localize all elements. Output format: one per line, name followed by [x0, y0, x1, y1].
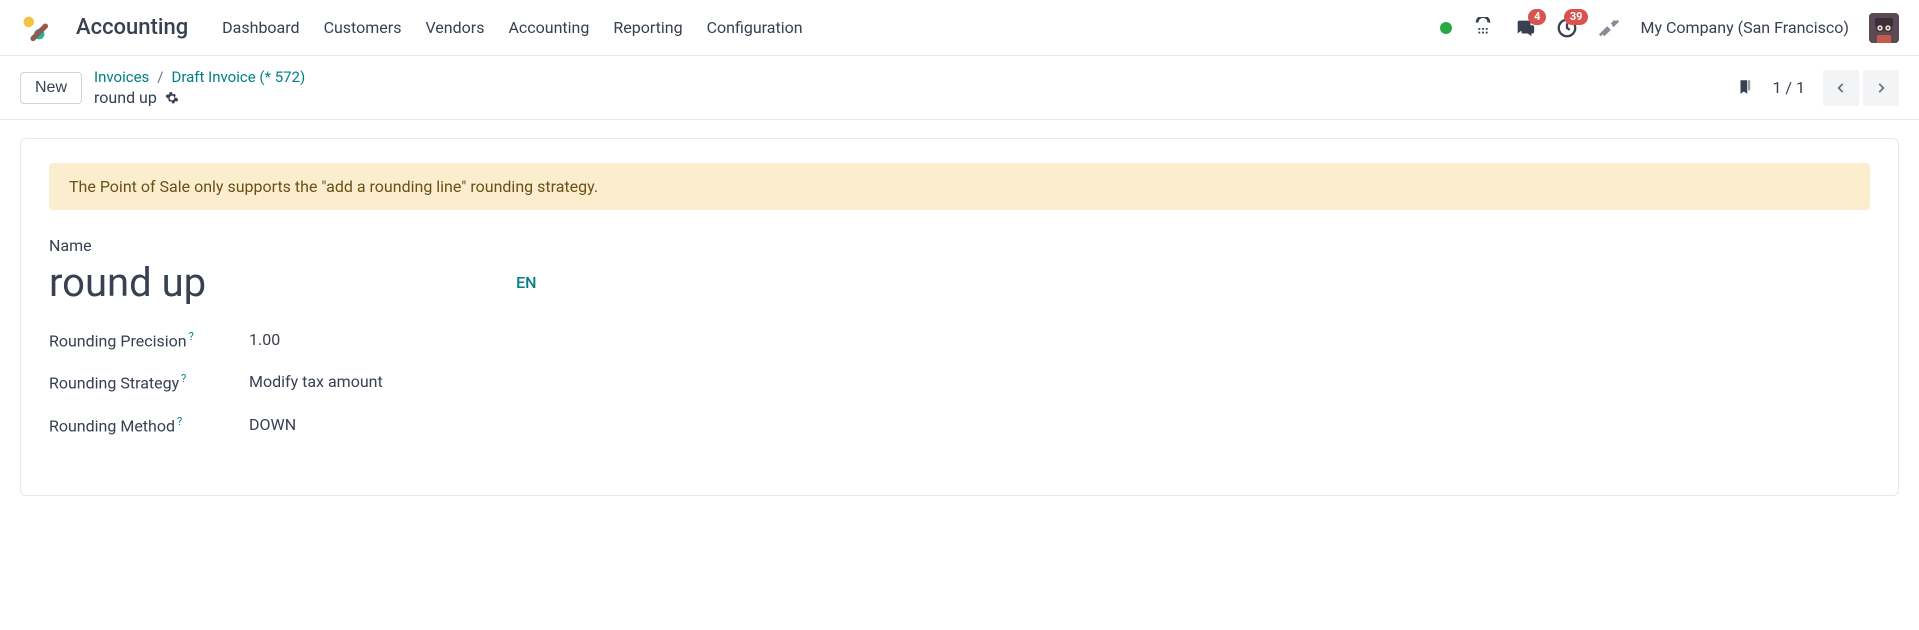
name-label: Name — [49, 236, 1870, 255]
language-badge[interactable]: EN — [516, 273, 536, 292]
company-selector[interactable]: My Company (San Francisco) — [1640, 18, 1849, 37]
rounding-method-label: Rounding Method? — [49, 415, 229, 435]
breadcrumb-invoices[interactable]: Invoices — [94, 68, 149, 86]
control-panel: New Invoices / Draft Invoice (* 572) rou… — [0, 56, 1919, 120]
field-grid: Rounding Precision? 1.00 Rounding Strate… — [49, 330, 849, 435]
messages-icon[interactable]: 4 — [1514, 17, 1536, 39]
breadcrumb: Invoices / Draft Invoice (* 572) round u… — [94, 68, 305, 107]
rounding-precision-label-text: Rounding Precision — [49, 331, 187, 350]
rounding-strategy-value[interactable]: Modify tax amount — [249, 372, 849, 392]
app-title[interactable]: Accounting — [76, 15, 188, 40]
navbar: Accounting Dashboard Customers Vendors A… — [0, 0, 1919, 56]
nav-accounting[interactable]: Accounting — [508, 14, 589, 41]
help-icon[interactable]: ? — [189, 330, 194, 343]
pager-prev-button[interactable] — [1823, 70, 1859, 106]
name-field[interactable]: round up — [49, 259, 206, 306]
avatar[interactable] — [1869, 13, 1899, 43]
help-icon[interactable]: ? — [177, 415, 182, 428]
rounding-precision-value[interactable]: 1.00 — [249, 330, 849, 350]
pager-group — [1823, 70, 1899, 106]
form-sheet: The Point of Sale only supports the "add… — [20, 138, 1899, 496]
breadcrumb-current: round up — [94, 88, 157, 107]
nav-dashboard[interactable]: Dashboard — [222, 14, 299, 41]
warning-alert: The Point of Sale only supports the "add… — [49, 163, 1870, 210]
nav-vendors[interactable]: Vendors — [425, 14, 484, 41]
breadcrumb-separator: / — [157, 68, 163, 86]
rounding-strategy-label: Rounding Strategy? — [49, 372, 229, 392]
help-icon[interactable]: ? — [181, 372, 186, 385]
rounding-method-label-text: Rounding Method — [49, 416, 175, 435]
nav-reporting[interactable]: Reporting — [613, 14, 682, 41]
status-dot-icon — [1440, 22, 1452, 34]
pager-text[interactable]: 1 / 1 — [1772, 78, 1805, 97]
rounding-precision-label: Rounding Precision? — [49, 330, 229, 350]
rounding-strategy-label-text: Rounding Strategy — [49, 374, 179, 393]
phone-icon[interactable] — [1472, 17, 1494, 39]
new-button[interactable]: New — [20, 72, 82, 104]
tools-icon[interactable] — [1598, 17, 1620, 39]
activities-badge: 39 — [1564, 9, 1589, 25]
systray: 4 39 My Company (San Francisco) — [1440, 13, 1899, 43]
nav-customers[interactable]: Customers — [324, 14, 402, 41]
app-logo[interactable] — [20, 14, 48, 42]
rounding-method-value[interactable]: DOWN — [249, 415, 849, 435]
pager-next-button[interactable] — [1863, 70, 1899, 106]
gear-icon[interactable] — [165, 91, 179, 105]
bookmark-icon[interactable] — [1736, 78, 1754, 98]
nav-configuration[interactable]: Configuration — [707, 14, 803, 41]
control-panel-right: 1 / 1 — [1736, 70, 1899, 106]
activities-icon[interactable]: 39 — [1556, 17, 1578, 39]
messages-badge: 4 — [1528, 9, 1546, 25]
breadcrumb-draft-invoice[interactable]: Draft Invoice (* 572) — [172, 68, 306, 86]
sheet-container: The Point of Sale only supports the "add… — [0, 120, 1919, 514]
